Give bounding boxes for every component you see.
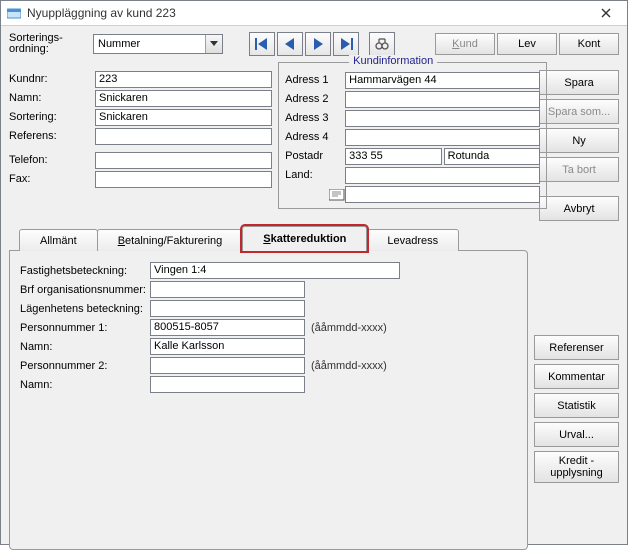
namn1-label: Namn: <box>20 341 150 353</box>
pnr2-hint: (ååmmdd-xxxx) <box>311 360 387 372</box>
post-zip-input[interactable]: 333 55 <box>345 148 442 165</box>
window-title: Nyuppläggning av kund 223 <box>27 6 176 20</box>
spara-som-button[interactable]: Spara som... <box>539 99 619 124</box>
namn-label: Namn: <box>9 92 95 104</box>
pnr1-label: Personnummer 1: <box>20 322 150 334</box>
brf-label: Brf organisationsnummer: <box>20 284 150 296</box>
pnr1-hint: (ååmmdd-xxxx) <box>311 322 387 334</box>
window-close-button[interactable] <box>591 4 621 22</box>
kund-button[interactable]: Kund <box>435 33 495 55</box>
kont-button[interactable]: Kont <box>559 33 619 55</box>
sort-order-select[interactable]: Nummer <box>93 34 223 54</box>
pnr1-input[interactable]: 800515-8057 <box>150 319 305 336</box>
tab-levadress[interactable]: Levadress <box>366 229 459 251</box>
land-input[interactable] <box>345 167 540 184</box>
type-buttons: Kund Lev Kont <box>435 33 619 55</box>
adress2-input[interactable] <box>345 91 540 108</box>
nav-prev-button[interactable] <box>277 32 303 56</box>
kundnr-label: Kundnr: <box>9 73 95 85</box>
adress1-input[interactable]: Hammarvägen 44 <box>345 72 540 89</box>
adress4-label: Adress 4 <box>285 131 345 143</box>
customer-edit-window: Nyuppläggning av kund 223 Sorterings-ord… <box>0 0 628 545</box>
action-buttons-1: Spara Spara som... Ny Ta bort Avbryt <box>539 62 619 221</box>
tab-allmant[interactable]: Allmänt <box>19 229 98 251</box>
statistik-button[interactable]: Statistik <box>534 393 619 418</box>
namn2-label: Namn: <box>20 379 150 391</box>
top-toolbar: Sorterings-ordning: Nummer <box>9 32 619 56</box>
kundinformation-fieldset: Kundinformation Adress 1Hammarvägen 44 A… <box>278 62 547 209</box>
tabstrip: Allmänt Betalning/Fakturering Skatteredu… <box>9 227 528 251</box>
customer-id-panel: Kundnr:223 Namn:Snickaren Sortering:Snic… <box>9 62 272 221</box>
adress3-input[interactable] <box>345 110 540 127</box>
fax-label: Fax: <box>9 173 95 185</box>
referens-label: Referens: <box>9 130 95 142</box>
lev-button[interactable]: Lev <box>497 33 557 55</box>
record-nav-group <box>249 32 359 56</box>
action-buttons-2: Referenser Kommentar Statistik Urval... … <box>534 227 619 550</box>
chevron-down-icon <box>205 35 222 53</box>
namn2-input[interactable] <box>150 376 305 393</box>
land-label: Land: <box>285 169 345 181</box>
adress1-label: Adress 1 <box>285 74 345 86</box>
skattereduktion-panel: Fastighetsbeteckning:Vingen 1:4 Brf orga… <box>9 250 528 550</box>
titlebar: Nyuppläggning av kund 223 <box>1 1 627 26</box>
brf-input[interactable] <box>150 281 305 298</box>
kommentar-button[interactable]: Kommentar <box>534 364 619 389</box>
tab-betalning[interactable]: Betalning/Fakturering <box>97 229 244 251</box>
ny-button[interactable]: Ny <box>539 128 619 153</box>
referens-input[interactable] <box>95 128 272 145</box>
adress3-label: Adress 3 <box>285 112 345 124</box>
fastighet-input[interactable]: Vingen 1:4 <box>150 262 400 279</box>
telefon-input[interactable] <box>95 152 272 169</box>
kundnr-input[interactable]: 223 <box>95 71 272 88</box>
lagenhet-label: Lägenhetens beteckning: <box>20 303 150 315</box>
telefon-label: Telefon: <box>9 154 95 166</box>
tab-skattereduktion[interactable]: Skattereduktion <box>242 226 367 251</box>
kundinformation-legend: Kundinformation <box>349 55 437 67</box>
kreditupplysning-button[interactable]: Kredit -upplysning <box>534 451 619 483</box>
fastighet-label: Fastighetsbeteckning: <box>20 265 150 277</box>
nav-next-button[interactable] <box>305 32 331 56</box>
search-button[interactable] <box>369 32 395 56</box>
sort-order-value: Nummer <box>94 38 205 50</box>
binoculars-icon <box>375 37 389 51</box>
address-card-icon[interactable] <box>329 189 345 201</box>
namn-input[interactable]: Snickaren <box>95 90 272 107</box>
postadr-label: Postadr <box>285 150 345 162</box>
fax-input[interactable] <box>95 171 272 188</box>
referenser-button[interactable]: Referenser <box>534 335 619 360</box>
namn1-input[interactable]: Kalle Karlsson <box>150 338 305 355</box>
adress4-input[interactable] <box>345 129 540 146</box>
app-icon <box>7 7 21 19</box>
sortering-label: Sortering: <box>9 111 95 123</box>
spara-button[interactable]: Spara <box>539 70 619 95</box>
post-city-input[interactable]: Rotunda <box>444 148 541 165</box>
adress2-label: Adress 2 <box>285 93 345 105</box>
pnr2-input[interactable] <box>150 357 305 374</box>
extra-address-input[interactable] <box>345 186 540 203</box>
nav-first-button[interactable] <box>249 32 275 56</box>
tabort-button[interactable]: Ta bort <box>539 157 619 182</box>
nav-last-button[interactable] <box>333 32 359 56</box>
lagenhet-input[interactable] <box>150 300 305 317</box>
avbryt-button[interactable]: Avbryt <box>539 196 619 221</box>
pnr2-label: Personnummer 2: <box>20 360 150 372</box>
sortering-input[interactable]: Snickaren <box>95 109 272 126</box>
sort-order-label: Sorterings-ordning: <box>9 33 87 55</box>
urval-button[interactable]: Urval... <box>534 422 619 447</box>
